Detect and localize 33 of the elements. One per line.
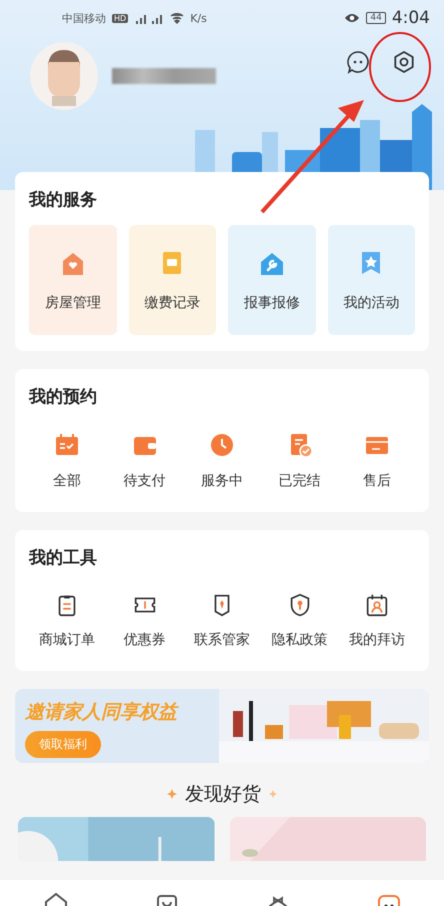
star-icon (269, 790, 277, 798)
shortcut-item[interactable]: 待支付 (106, 422, 182, 496)
section-heading: 发现好货 (185, 782, 261, 807)
service-tile[interactable]: 房屋管理 (29, 225, 116, 335)
shortcut-item[interactable]: 全部 (29, 422, 105, 496)
banner-headline: 邀请家人同享权益 (25, 700, 177, 725)
shortcut-item[interactable]: 商城订单 (29, 583, 105, 655)
shortcut-item[interactable]: 售后 (339, 422, 415, 496)
network-speed: K/s (190, 12, 207, 24)
battery-level: 44 (366, 12, 386, 24)
service-tile[interactable]: 报事报修 (228, 225, 316, 335)
clock-time: 4:04 (392, 8, 430, 28)
annotation-circle (369, 32, 431, 102)
section-title: 我的工具 (29, 547, 98, 569)
avatar (30, 42, 98, 110)
shortcut-item[interactable]: 联系管家 (184, 583, 260, 655)
star-icon (167, 789, 177, 799)
settings-icon[interactable] (392, 50, 416, 74)
service-tile[interactable]: 缴费记录 (128, 225, 216, 335)
section-title: 我的预约 (29, 386, 98, 408)
section-title: 我的服务 (29, 189, 98, 211)
shortcut-item[interactable]: 已完结 (262, 422, 338, 496)
signal-icon (134, 12, 164, 24)
chat-icon[interactable] (346, 50, 370, 74)
shortcut-item[interactable]: 我的拜访 (339, 583, 415, 655)
shortcut-item[interactable]: 隐私政策 (262, 583, 338, 655)
shortcut-item[interactable]: 服务中 (184, 422, 260, 496)
carrier-name: 中国移动 (62, 10, 106, 26)
wifi-icon (170, 12, 184, 24)
hd-badge: HD (112, 14, 128, 22)
service-tile[interactable]: 我的活动 (328, 225, 415, 335)
shortcut-item[interactable]: 优惠券 (106, 583, 182, 655)
eye-icon (344, 12, 360, 24)
